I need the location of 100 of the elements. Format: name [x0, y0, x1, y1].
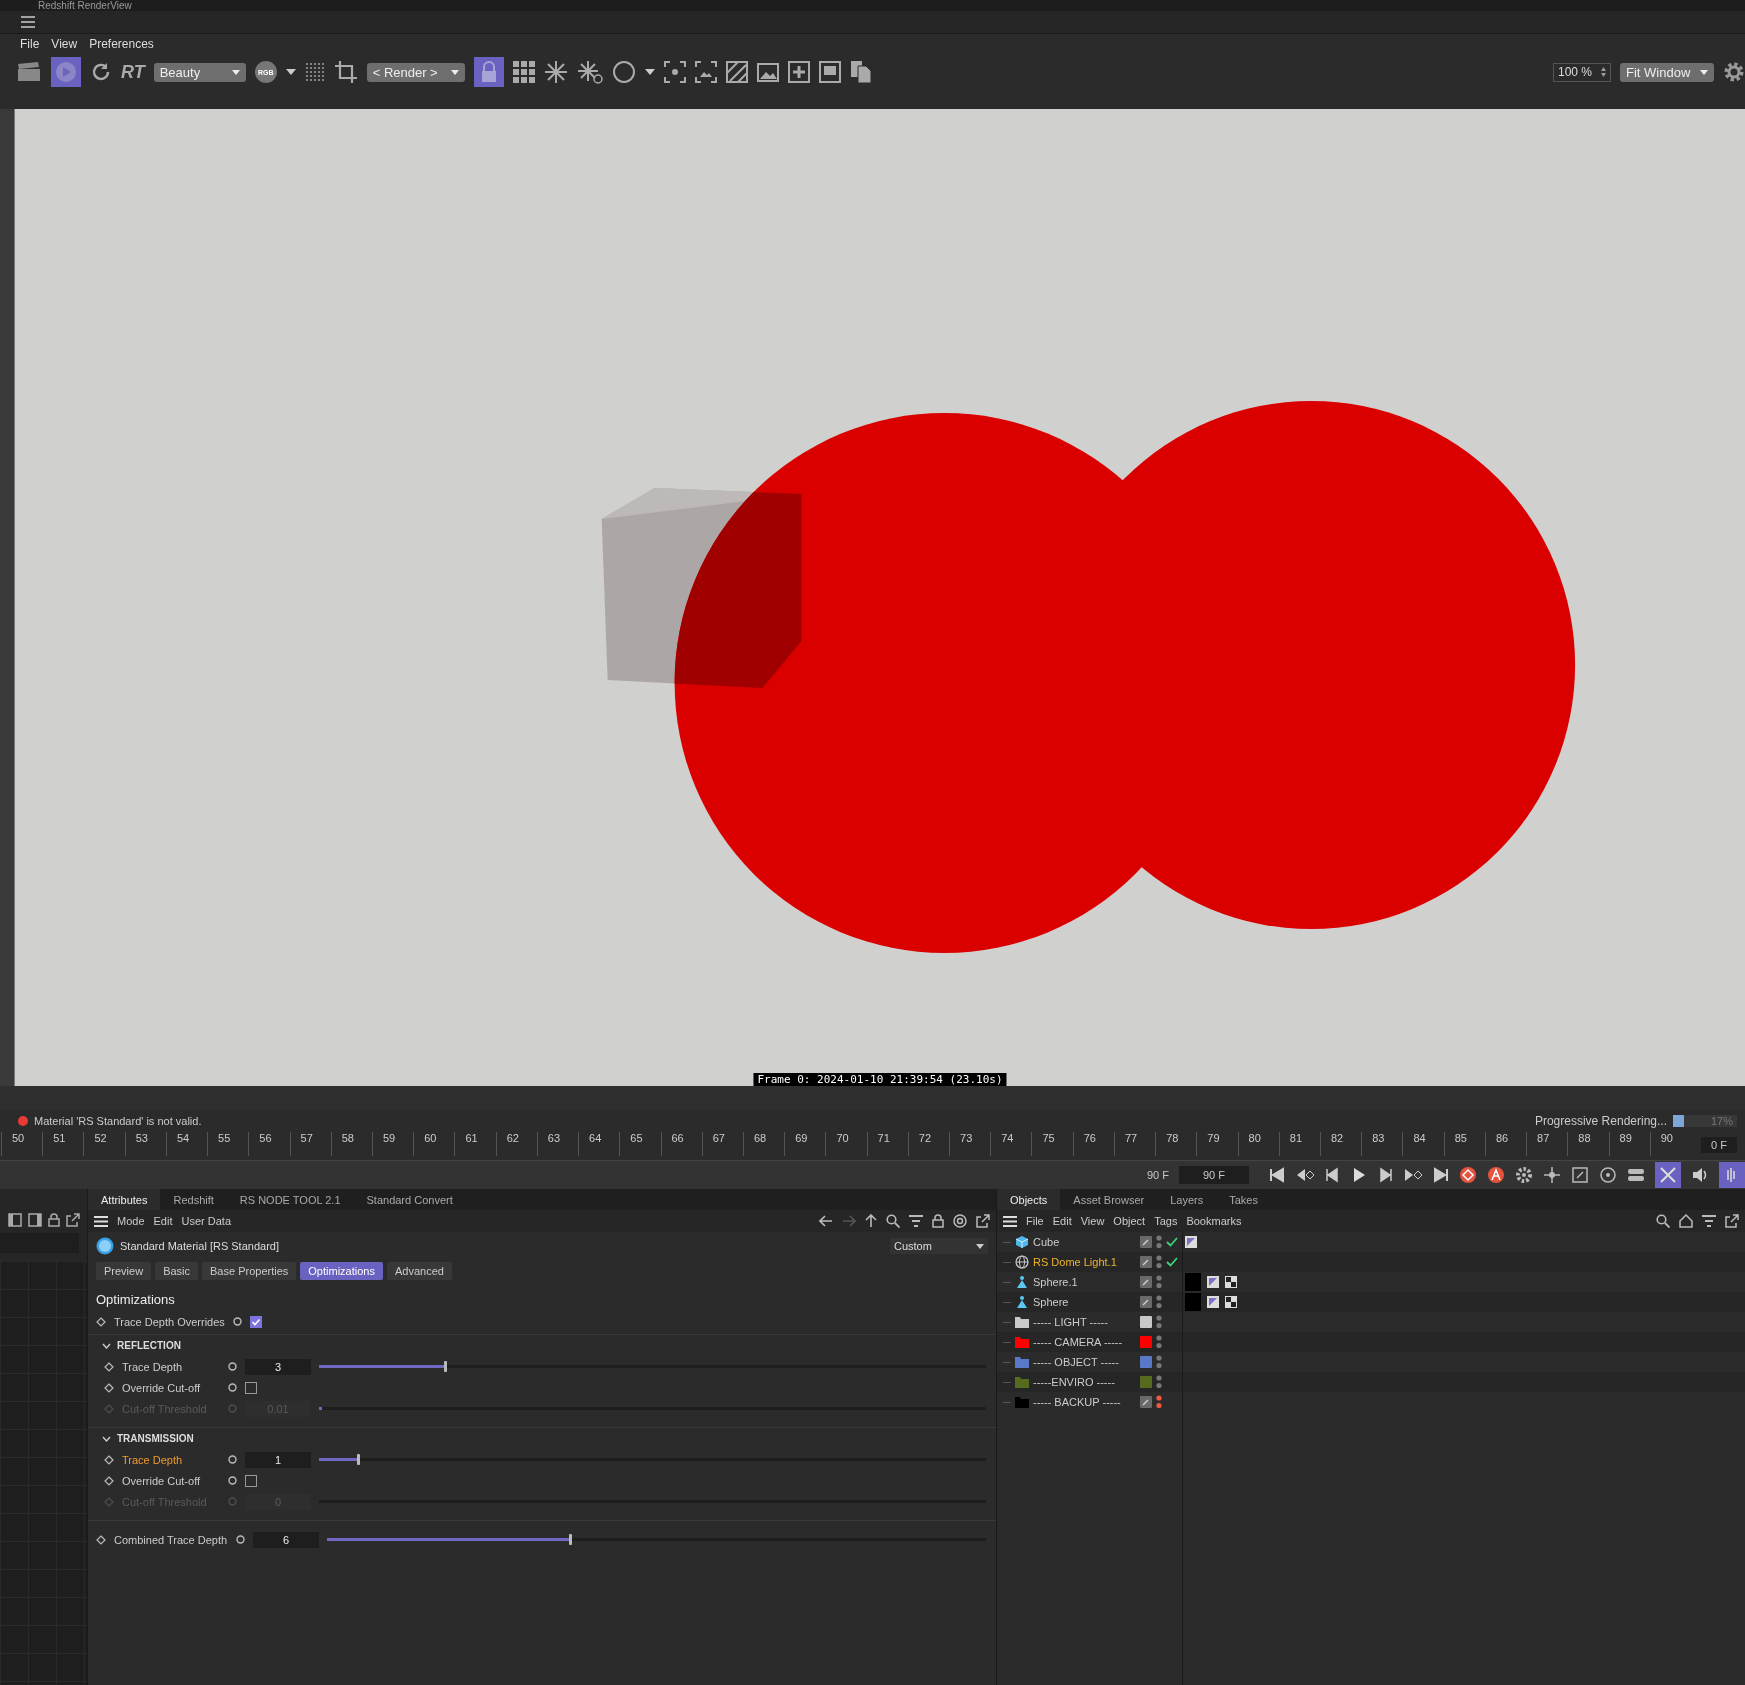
phong-tag-icon[interactable] — [1207, 1276, 1219, 1288]
keyframe-diamond-icon[interactable] — [96, 1534, 106, 1545]
crop-icon[interactable] — [333, 60, 358, 84]
refresh-icon[interactable] — [90, 61, 112, 83]
picture-icon[interactable] — [756, 61, 779, 83]
zoom-field[interactable]: 100 % — [1553, 62, 1611, 82]
focus-icon[interactable] — [663, 61, 686, 83]
animation-ring-icon[interactable] — [228, 1476, 237, 1485]
visibility-dots-icon[interactable] — [1156, 1255, 1162, 1269]
edit-toggle-icon[interactable] — [1140, 1276, 1152, 1288]
pv-icon[interactable] — [818, 61, 841, 83]
panel-tab[interactable]: Takes — [1216, 1189, 1271, 1210]
panel-right-icon[interactable] — [28, 1213, 42, 1227]
new-window-icon[interactable] — [66, 1213, 80, 1227]
number-field[interactable]: 6 — [253, 1531, 319, 1548]
layer-color-swatch[interactable] — [1140, 1376, 1152, 1388]
dot-grid-icon[interactable] — [304, 62, 325, 82]
add-icon[interactable] — [787, 61, 810, 83]
edit-toggle-icon[interactable] — [1140, 1256, 1152, 1268]
menu-item[interactable]: View — [1080, 1215, 1105, 1227]
caret-icon[interactable] — [450, 69, 459, 75]
rt-button[interactable]: RT — [121, 61, 145, 83]
object-name[interactable]: ----- OBJECT ----- — [1033, 1356, 1119, 1368]
current-frame-field[interactable]: 0 F — [1701, 1137, 1737, 1153]
skip-start-icon[interactable] — [1269, 1167, 1285, 1183]
phong-tag-icon[interactable] — [1207, 1296, 1219, 1308]
panel-tab[interactable]: Redshift — [160, 1189, 227, 1210]
spinner-arrows-icon[interactable] — [1601, 67, 1606, 77]
object-name[interactable]: Cube — [1033, 1236, 1060, 1248]
menu-icon[interactable] — [1003, 1215, 1017, 1227]
previous-key-icon[interactable] — [1295, 1167, 1315, 1183]
toggle-icon[interactable] — [1627, 1166, 1645, 1184]
rotate-icon[interactable] — [1599, 1166, 1617, 1184]
section-tab[interactable]: Basic — [155, 1262, 199, 1280]
section-tab[interactable]: Base Properties — [202, 1262, 297, 1280]
checkbox[interactable] — [245, 1474, 257, 1487]
object-name[interactable]: ----- BACKUP ----- — [1033, 1396, 1121, 1408]
visibility-dots-icon[interactable] — [1156, 1355, 1162, 1369]
target-icon[interactable] — [953, 1214, 967, 1228]
aov-dropdown[interactable]: Beauty — [153, 62, 246, 82]
checkbox[interactable] — [245, 1381, 257, 1394]
menu-item[interactable]: File — [1026, 1215, 1044, 1227]
caret-icon[interactable] — [644, 68, 655, 76]
menu-icon[interactable] — [20, 16, 36, 28]
visibility-dots-icon[interactable] — [1156, 1275, 1162, 1289]
fit-dropdown[interactable]: Fit Window — [1620, 62, 1714, 82]
search-icon[interactable] — [886, 1214, 900, 1228]
gear-icon[interactable] — [1515, 1166, 1533, 1184]
menu-item[interactable]: Bookmarks — [1186, 1215, 1242, 1227]
number-field[interactable]: 3 — [245, 1358, 311, 1375]
menu-item[interactable]: User Data — [181, 1215, 232, 1227]
section-tab[interactable]: Preview — [96, 1262, 152, 1280]
up-arrow-icon[interactable] — [865, 1214, 877, 1228]
visibility-dots-icon[interactable] — [1156, 1395, 1162, 1409]
end-frame-field[interactable]: 90 F — [1179, 1166, 1249, 1184]
visibility-dots-icon[interactable] — [1156, 1315, 1162, 1329]
image-frame-icon[interactable] — [694, 61, 717, 83]
keyframe-diamond-icon[interactable] — [104, 1454, 114, 1465]
scale-icon[interactable] — [1571, 1166, 1589, 1184]
menu-item[interactable]: Tags — [1154, 1215, 1178, 1227]
animation-ring-icon[interactable] — [232, 1317, 242, 1326]
step-forward-icon[interactable] — [1377, 1167, 1393, 1183]
record-icon[interactable] — [1459, 1166, 1477, 1184]
layer-color-swatch[interactable] — [1140, 1336, 1152, 1348]
back-arrow-icon[interactable] — [819, 1215, 833, 1227]
number-field[interactable]: 1 — [245, 1451, 311, 1468]
edit-toggle-icon[interactable] — [1140, 1396, 1152, 1408]
caret-icon[interactable] — [1700, 69, 1708, 75]
grid-icon[interactable] — [512, 61, 535, 83]
panel-tab[interactable]: Standard Convert — [353, 1189, 466, 1210]
circle-icon[interactable] — [611, 60, 636, 84]
preset-dropdown[interactable]: Custom — [890, 1238, 988, 1254]
check-icon[interactable] — [1166, 1257, 1178, 1267]
menu-item[interactable]: Edit — [1052, 1215, 1072, 1227]
panel-left-icon[interactable] — [8, 1213, 22, 1227]
chevron-icon[interactable] — [102, 1342, 111, 1349]
panel-tab[interactable]: Layers — [1157, 1189, 1217, 1210]
visibility-dots-icon[interactable] — [1156, 1235, 1162, 1249]
keyframe-diamond-icon[interactable] — [104, 1382, 114, 1393]
next-key-icon[interactable] — [1403, 1167, 1423, 1183]
menu-item[interactable]: Object — [1113, 1215, 1146, 1227]
animation-ring-icon[interactable] — [228, 1362, 237, 1371]
keyframe-diamond-icon[interactable] — [104, 1361, 114, 1372]
skip-end-icon[interactable] — [1433, 1167, 1449, 1183]
copy-icon[interactable] — [849, 60, 872, 84]
check-icon[interactable] — [1166, 1237, 1178, 1247]
layer-color-swatch[interactable] — [1140, 1356, 1152, 1368]
object-name[interactable]: Sphere.1 — [1033, 1276, 1078, 1288]
settings-icon[interactable] — [1723, 61, 1745, 83]
menu-item[interactable]: Edit — [153, 1215, 173, 1227]
section-tab[interactable]: Optimizations — [300, 1262, 383, 1280]
filter-icon[interactable] — [1702, 1215, 1716, 1227]
panel-tab[interactable]: Attributes — [88, 1189, 161, 1210]
panel-tab[interactable]: Objects — [997, 1189, 1061, 1210]
caret-icon[interactable] — [976, 1243, 984, 1249]
autokey-icon[interactable] — [1487, 1166, 1505, 1184]
camera-dropdown[interactable]: < Render > — [366, 62, 465, 82]
phong-tag-icon[interactable] — [1185, 1236, 1197, 1248]
layer-color-swatch[interactable] — [1140, 1316, 1152, 1328]
filter-icon[interactable] — [909, 1215, 923, 1227]
